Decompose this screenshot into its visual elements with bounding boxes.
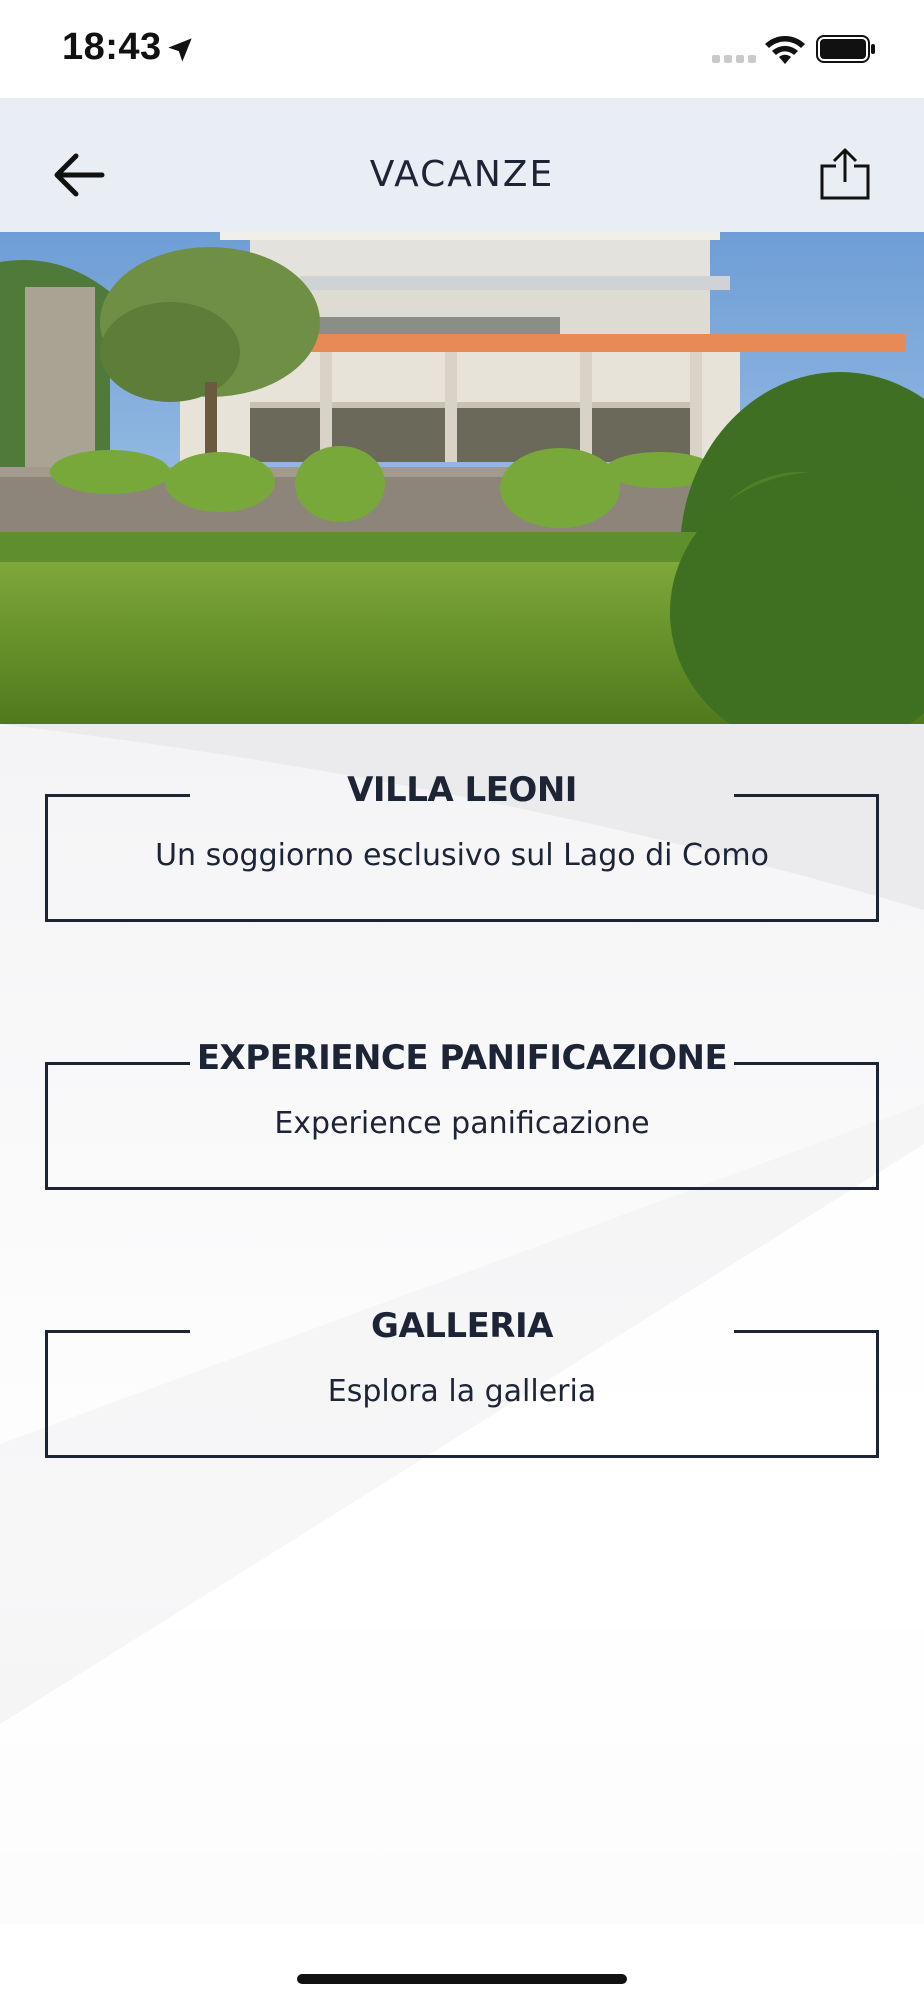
signal-icon [712, 55, 756, 63]
status-bar: 18:43 [0, 0, 924, 98]
location-arrow-icon [168, 38, 192, 62]
status-time: 18:43 [62, 26, 162, 68]
card-subtitle: Esplora la galleria [327, 1374, 597, 1409]
card-subtitle: Experience panificazione [274, 1106, 650, 1141]
page-title: VACANZE [369, 154, 555, 195]
villa-photo [0, 232, 924, 724]
hero-image [0, 232, 924, 724]
card-experience-panificazione[interactable]: EXPERIENCE PANIFICAZIONE Experience pani… [45, 1038, 879, 1190]
card-galleria[interactable]: GALLERIA Esplora la galleria [45, 1306, 879, 1458]
card-title: GALLERIA [371, 1306, 553, 1346]
share-icon[interactable] [818, 148, 872, 200]
nav-bar: VACANZE [0, 98, 924, 232]
card-subtitle: Un soggiorno esclusivo sul Lago di Como [155, 838, 769, 873]
home-indicator[interactable] [297, 1974, 627, 1984]
wifi-icon [765, 36, 805, 64]
content-area: VILLA LEONI Un soggiorno esclusivo sul L… [0, 724, 924, 1924]
bottom-bar [0, 1924, 924, 2000]
card-title: EXPERIENCE PANIFICAZIONE [196, 1038, 728, 1078]
card-title: VILLA LEONI [347, 770, 577, 810]
battery-icon [816, 35, 875, 63]
card-villa-leoni[interactable]: VILLA LEONI Un soggiorno esclusivo sul L… [45, 770, 879, 922]
